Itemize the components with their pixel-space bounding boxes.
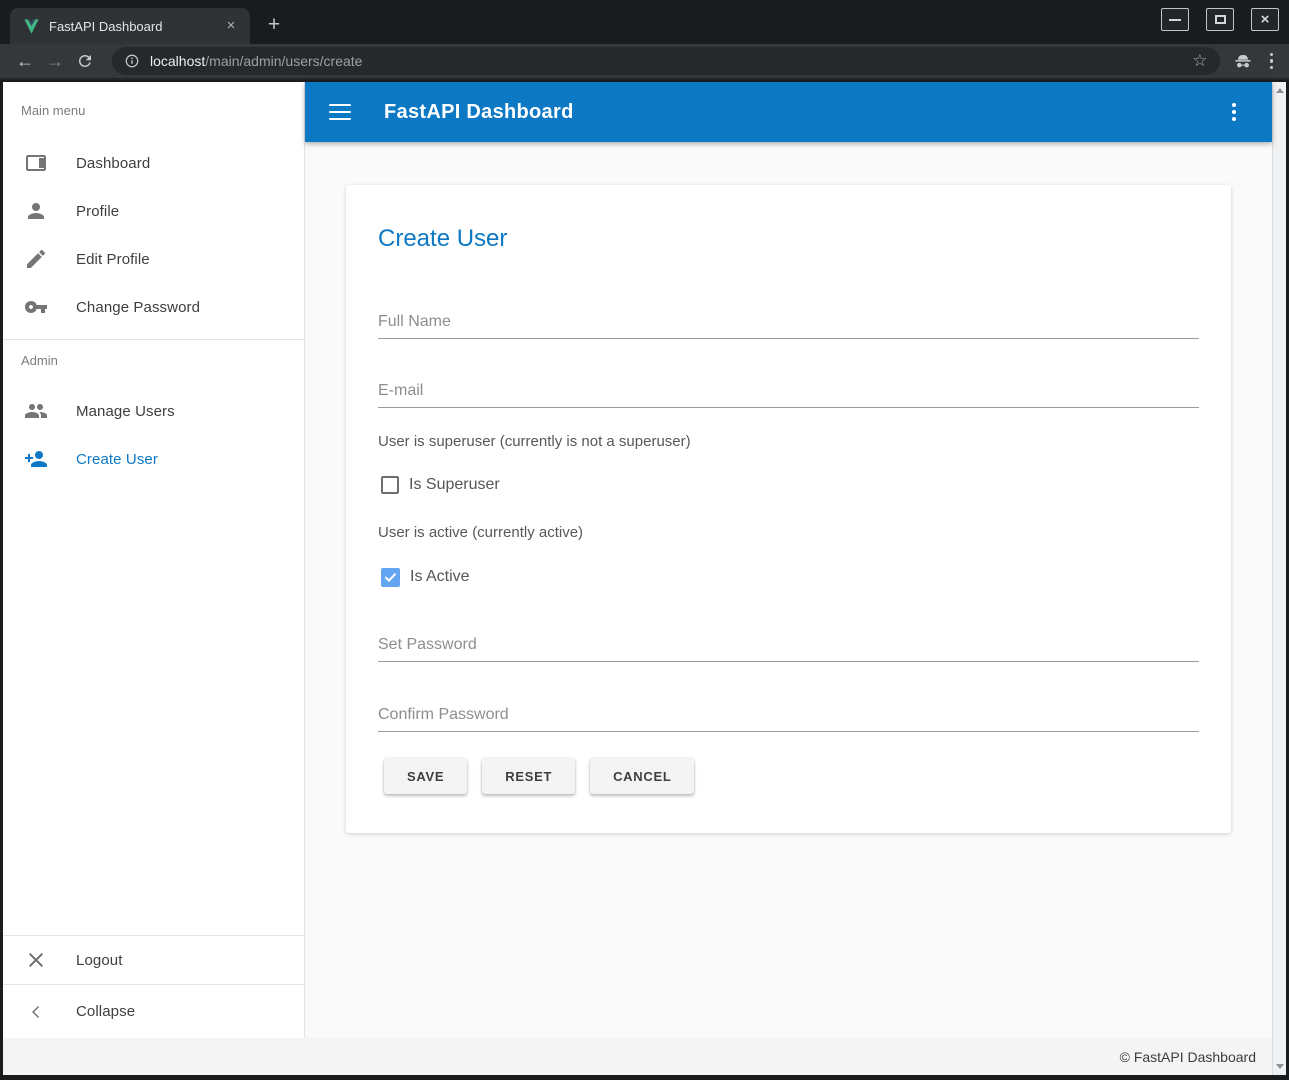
sidebar-item-label: Manage Users xyxy=(76,403,175,420)
cancel-button[interactable]: CANCEL xyxy=(590,758,694,794)
form-actions: SAVE RESET CANCEL xyxy=(384,758,1199,794)
sidebar-item-create-user[interactable]: Create User xyxy=(3,435,304,483)
checkbox-checked-icon[interactable] xyxy=(381,568,400,587)
person-add-icon xyxy=(24,447,48,471)
active-note: User is active (currently active) xyxy=(378,524,1199,542)
sidebar-item-logout[interactable]: Logout xyxy=(3,936,304,984)
back-button[interactable]: ← xyxy=(10,51,40,72)
bookmark-star-icon[interactable]: ☆ xyxy=(1192,51,1207,71)
new-tab-button[interactable]: + xyxy=(260,12,288,40)
checkbox-label: Is Superuser xyxy=(409,476,500,494)
checkbox-label: Is Active xyxy=(410,568,470,586)
sidebar-item-dashboard[interactable]: Dashboard xyxy=(3,139,304,187)
url-text[interactable]: localhost/main/admin/users/create xyxy=(150,53,1192,69)
window-maximize-button[interactable] xyxy=(1206,8,1234,31)
app-bar: FastAPI Dashboard xyxy=(305,82,1272,142)
scroll-up-arrow-icon[interactable] xyxy=(1276,88,1284,93)
window-close-button[interactable]: × xyxy=(1251,8,1279,31)
sidebar-item-manage-users[interactable]: Manage Users xyxy=(3,387,304,435)
app-title: FastAPI Dashboard xyxy=(384,101,574,124)
set-password-field-wrap xyxy=(378,636,1199,662)
url-path: /main/admin/users/create xyxy=(205,53,362,69)
person-icon xyxy=(24,199,48,223)
full-name-field-wrap xyxy=(378,313,1199,339)
confirm-password-input[interactable] xyxy=(378,706,1199,732)
sidebar-item-label: Edit Profile xyxy=(76,251,150,268)
sidebar-item-change-password[interactable]: Change Password xyxy=(3,283,304,331)
close-icon xyxy=(24,948,48,972)
scroll-down-arrow-icon[interactable] xyxy=(1276,1064,1284,1069)
sidebar-item-collapse[interactable]: Collapse xyxy=(3,985,304,1038)
page-scrollbar[interactable] xyxy=(1272,82,1286,1075)
vue-logo-icon xyxy=(23,18,40,35)
sidebar-spacer xyxy=(3,483,304,935)
tab-title: FastAPI Dashboard xyxy=(49,19,222,34)
browser-menu-button[interactable] xyxy=(1270,53,1274,70)
page-info-icon[interactable] xyxy=(124,53,140,69)
incognito-icon xyxy=(1232,50,1254,72)
content-scroll-area: Create User User is superuser (currently… xyxy=(305,142,1272,1038)
sidebar-item-profile[interactable]: Profile xyxy=(3,187,304,235)
hamburger-menu-icon[interactable] xyxy=(329,104,351,120)
address-bar[interactable]: localhost/main/admin/users/create ☆ xyxy=(112,47,1220,75)
email-input[interactable] xyxy=(378,382,1199,408)
checkbox-unchecked-icon[interactable] xyxy=(381,476,399,494)
pencil-icon xyxy=(24,247,48,271)
window-controls: × xyxy=(1161,8,1279,31)
reset-button[interactable]: RESET xyxy=(482,758,575,794)
maximize-icon xyxy=(1215,15,1226,24)
page-title: Create User xyxy=(378,225,1199,253)
browser-window: FastAPI Dashboard × + × ← → localhost/ma… xyxy=(0,0,1289,1080)
key-icon xyxy=(24,295,48,319)
sidebar-item-label: Dashboard xyxy=(76,155,150,172)
tab-strip: FastAPI Dashboard × + × xyxy=(0,0,1289,44)
sidebar-item-label: Logout xyxy=(76,952,122,969)
sidebar-section-main-menu: Main menu xyxy=(3,82,304,139)
browser-tab[interactable]: FastAPI Dashboard × xyxy=(10,8,250,44)
sidebar-item-label: Collapse xyxy=(76,1003,135,1020)
chevron-left-icon xyxy=(24,1000,48,1024)
set-password-input[interactable] xyxy=(378,636,1199,662)
tab-close-icon[interactable]: × xyxy=(222,17,240,35)
save-button[interactable]: SAVE xyxy=(384,758,467,794)
is-superuser-checkbox-row[interactable]: Is Superuser xyxy=(378,473,1199,497)
people-icon xyxy=(24,399,48,423)
page-footer: © FastAPI Dashboard xyxy=(3,1038,1272,1075)
email-field-wrap xyxy=(378,382,1199,408)
sidebar-item-label: Profile xyxy=(76,203,119,220)
sidebar: Main menu Dashboard Profile xyxy=(3,82,305,1038)
content-area: FastAPI Dashboard Create User xyxy=(305,82,1272,1038)
minimize-icon xyxy=(1169,19,1181,21)
dashboard-icon xyxy=(24,151,48,175)
sidebar-item-label: Change Password xyxy=(76,299,200,316)
create-user-card: Create User User is superuser (currently… xyxy=(346,185,1231,833)
full-name-input[interactable] xyxy=(378,313,1199,339)
window-minimize-button[interactable] xyxy=(1161,8,1189,31)
sidebar-item-label: Create User xyxy=(76,451,158,468)
is-active-checkbox-row[interactable]: Is Active xyxy=(378,565,1199,589)
forward-button[interactable]: → xyxy=(40,51,70,72)
browser-toolbar: ← → localhost/main/admin/users/create ☆ xyxy=(0,44,1289,80)
confirm-password-field-wrap xyxy=(378,706,1199,732)
superuser-note: User is superuser (currently is not a su… xyxy=(378,433,1199,451)
reload-icon[interactable] xyxy=(76,52,94,70)
sidebar-item-edit-profile[interactable]: Edit Profile xyxy=(3,235,304,283)
url-host: localhost xyxy=(150,53,205,69)
copyright-text: © FastAPI Dashboard xyxy=(1120,1049,1256,1065)
app-menu-button[interactable] xyxy=(1232,103,1236,121)
sidebar-section-admin: Admin xyxy=(3,340,304,387)
page: Main menu Dashboard Profile xyxy=(3,82,1286,1075)
